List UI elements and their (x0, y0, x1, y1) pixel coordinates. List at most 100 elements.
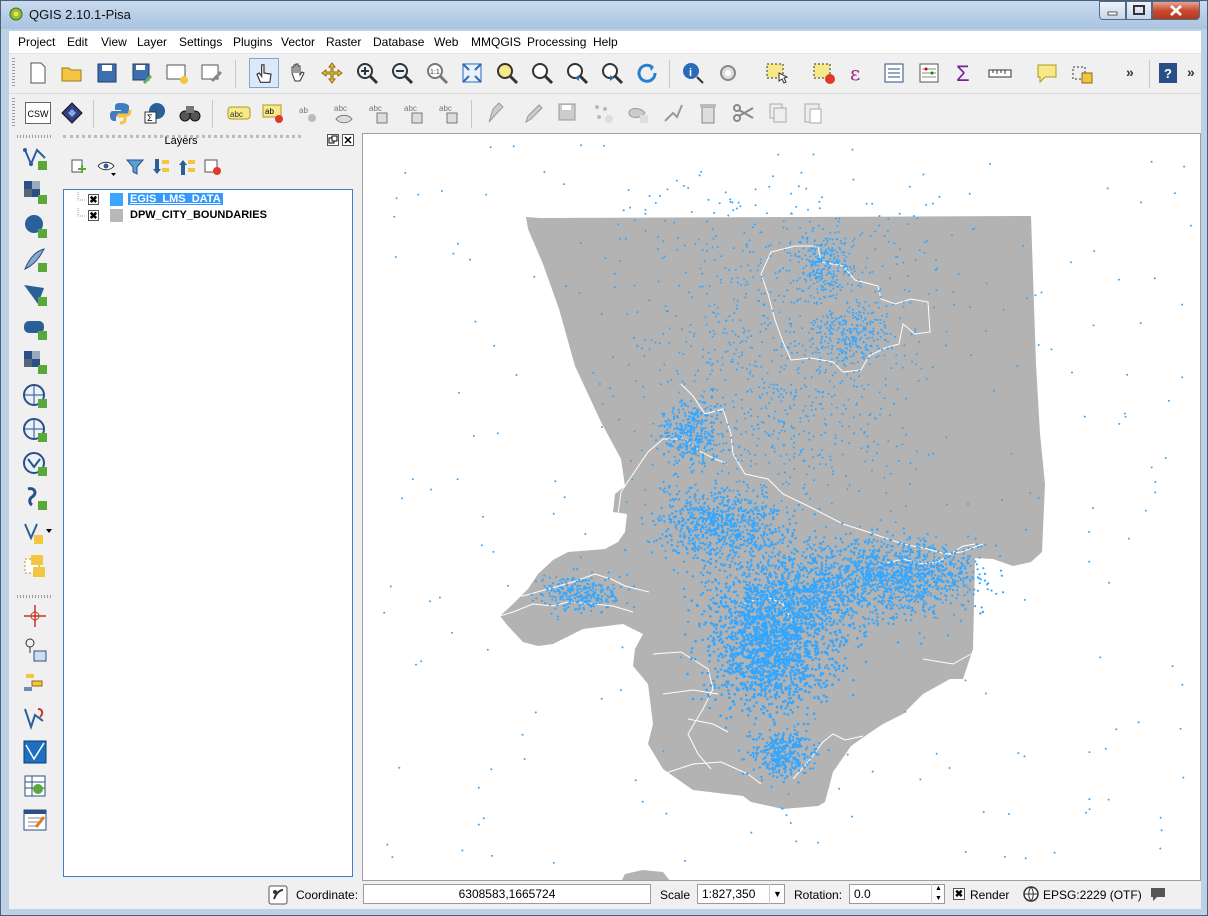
refresh-icon[interactable] (635, 61, 659, 85)
add-delimited-text-layer-icon[interactable] (22, 485, 48, 511)
delete-selected-icon[interactable] (696, 101, 720, 125)
deselect-features-icon[interactable] (812, 61, 836, 85)
toolbar-grip[interactable] (12, 58, 15, 88)
new-project-icon[interactable] (26, 61, 50, 85)
touch-zoom-pan-icon[interactable] (249, 58, 279, 88)
menu-view[interactable]: View (101, 35, 127, 49)
text-editor-icon[interactable] (22, 807, 48, 833)
identify-features-icon[interactable]: i (681, 61, 705, 85)
layer-item-egis-lms-data[interactable]: ✖ EGIS_LMS_DATA (72, 192, 352, 208)
topology-checker-icon[interactable] (22, 705, 48, 731)
menu-settings[interactable]: Settings (179, 35, 222, 49)
select-features-icon[interactable] (765, 61, 789, 85)
save-as-icon[interactable] (130, 61, 154, 85)
expand-all-icon[interactable] (151, 157, 171, 177)
rotate-label-icon[interactable]: abc (402, 101, 426, 125)
whats-this-help-icon[interactable]: ? (1156, 61, 1180, 85)
zoom-to-selection-icon[interactable] (495, 61, 519, 85)
add-feature-icon[interactable] (591, 101, 615, 125)
zoom-native-resolution-icon[interactable]: 1:1 (425, 61, 449, 85)
zoom-next-icon[interactable] (600, 61, 624, 85)
zoom-out-icon[interactable] (390, 61, 414, 85)
add-wcs-layer-icon[interactable] (22, 417, 48, 443)
pan-map-icon[interactable] (286, 61, 310, 85)
menu-raster[interactable]: Raster (326, 35, 361, 49)
add-vector-layer-icon[interactable] (22, 145, 48, 171)
gps-tools-icon[interactable] (22, 671, 48, 697)
add-mssql-layer-icon[interactable] (22, 281, 48, 307)
csw-metasearch-button[interactable]: CSW (25, 102, 51, 124)
menu-plugins[interactable]: Plugins (233, 35, 272, 49)
menu-help[interactable]: Help (593, 35, 618, 49)
georeferencer-icon[interactable] (22, 637, 48, 663)
composer-manager-icon[interactable] (200, 61, 224, 85)
zoom-to-layer-icon[interactable] (530, 61, 554, 85)
add-oracle-layer-icon[interactable] (22, 315, 48, 341)
layer-visibility-checkbox[interactable]: ✖ (88, 210, 99, 222)
map-swipe-icon[interactable] (22, 739, 48, 765)
add-virtual-layer-icon[interactable] (22, 553, 48, 579)
toolbar-overflow-icon[interactable]: » (1187, 64, 1195, 80)
cut-features-icon[interactable] (731, 101, 755, 125)
manage-visibility-icon[interactable] (97, 157, 117, 177)
menu-processing[interactable]: Processing (527, 35, 586, 49)
menu-database[interactable]: Database (373, 35, 424, 49)
toggle-editing-icon[interactable] (521, 101, 545, 125)
map-canvas[interactable] (362, 133, 1201, 881)
measure-line-icon[interactable] (988, 61, 1012, 85)
toolbar-grip[interactable] (17, 135, 51, 138)
layer-visibility-checkbox[interactable]: ✖ (88, 194, 99, 206)
toolbar-overflow-icon[interactable]: » (1126, 64, 1134, 80)
mmqgis-binoculars-icon[interactable] (178, 101, 202, 125)
attribute-table-icon[interactable] (882, 61, 906, 85)
move-feature-icon[interactable] (626, 101, 650, 125)
add-spatialite-layer-icon[interactable] (22, 247, 48, 273)
minimize-button[interactable] (1099, 1, 1126, 20)
menu-project[interactable]: Project (18, 35, 55, 49)
layer-labeling-icon[interactable]: abc (227, 101, 251, 125)
copy-features-icon[interactable] (766, 101, 790, 125)
menu-vector[interactable]: Vector (281, 35, 315, 49)
statistical-summary-icon[interactable]: Σ (952, 61, 976, 85)
add-ring-crosshair-icon[interactable] (22, 603, 48, 629)
zoom-full-icon[interactable] (460, 61, 484, 85)
new-bookmark-icon[interactable] (1070, 61, 1094, 85)
run-feature-action-icon[interactable] (716, 61, 740, 85)
zoom-last-icon[interactable] (565, 61, 589, 85)
menu-layer[interactable]: Layer (137, 35, 167, 49)
python-console-icon[interactable] (108, 101, 132, 125)
title-bar[interactable]: QGIS 2.10.1-Pisa (1, 1, 1207, 29)
menu-edit[interactable]: Edit (67, 35, 88, 49)
layer-labeling-options-icon[interactable]: ab (262, 101, 286, 125)
processing-toolbox-icon[interactable]: Σ (143, 101, 167, 125)
add-wfs-layer-icon[interactable] (22, 451, 48, 477)
add-wms-layer-icon[interactable] (22, 349, 48, 375)
select-by-expression-icon[interactable]: ε (847, 61, 871, 85)
toolbar-grip[interactable] (12, 98, 15, 128)
new-shapefile-layer-icon[interactable] (22, 519, 52, 545)
add-postgis-layer-icon[interactable] (22, 213, 48, 239)
move-label-icon[interactable]: abc (367, 101, 391, 125)
add-wmts-layer-icon[interactable] (22, 383, 48, 409)
show-hide-labels-icon[interactable]: abc (332, 101, 356, 125)
new-print-composer-icon[interactable] (165, 61, 189, 85)
save-project-icon[interactable] (95, 61, 119, 85)
panel-close-button[interactable] (342, 134, 354, 146)
menu-mmqgis[interactable]: MMQGIS (471, 35, 521, 49)
metadata-catalog-icon[interactable] (60, 101, 84, 125)
pan-to-selection-icon[interactable] (320, 61, 344, 85)
zoom-in-icon[interactable] (355, 61, 379, 85)
open-project-icon[interactable] (60, 61, 84, 85)
map-drawing[interactable] (363, 134, 1201, 881)
add-group-icon[interactable] (69, 157, 89, 177)
current-edits-icon[interactable] (486, 101, 510, 125)
remove-layer-icon[interactable] (203, 157, 223, 177)
toolbar-grip[interactable] (17, 595, 51, 598)
pin-labels-icon[interactable]: ab (297, 101, 321, 125)
maximize-button[interactable] (1126, 1, 1152, 20)
layer-item-dpw-city-boundaries[interactable]: ✖ DPW_CITY_BOUNDARIES (72, 208, 352, 224)
table-manager-icon[interactable] (22, 773, 48, 799)
change-label-icon[interactable]: abc (437, 101, 461, 125)
menu-web[interactable]: Web (434, 35, 458, 49)
close-button[interactable] (1152, 1, 1200, 20)
